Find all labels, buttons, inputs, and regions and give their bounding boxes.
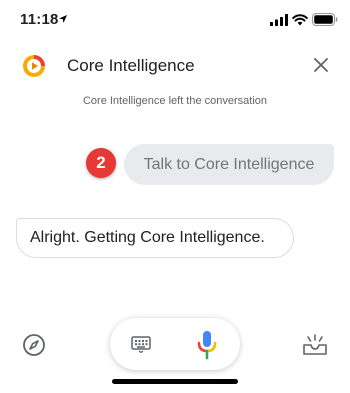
location-arrow-icon [59,15,67,23]
status-time: 11:18 [20,11,59,28]
compass-icon[interactable] [22,333,46,357]
system-message: Core Intelligence left the conversation [82,95,268,107]
input-bar [110,318,240,370]
keyboard-icon[interactable] [131,335,151,353]
core-intelligence-logo-icon [23,55,45,77]
header-title: Core Intelligence [67,56,195,75]
mic-icon[interactable] [197,330,217,360]
conversation-header: Core Intelligence [0,44,350,88]
close-icon [314,58,328,72]
home-indicator[interactable] [112,379,238,384]
assistant-message-bubble: Alright. Getting Core Intelligence. [16,218,294,258]
assistant-message-text: Alright. Getting Core Intelligence. [30,229,265,246]
user-message-text: Talk to Core Intelligence [143,155,315,173]
status-bar: 11:18 [0,0,350,40]
close-button[interactable] [308,52,334,78]
battery-icon [312,13,338,26]
user-message-bubble: Talk to Core Intelligence [124,144,334,185]
annotation-badge: 2 [86,148,116,178]
cellular-signal-icon [270,14,288,26]
inbox-icon[interactable] [302,332,328,358]
wifi-icon [292,14,308,26]
